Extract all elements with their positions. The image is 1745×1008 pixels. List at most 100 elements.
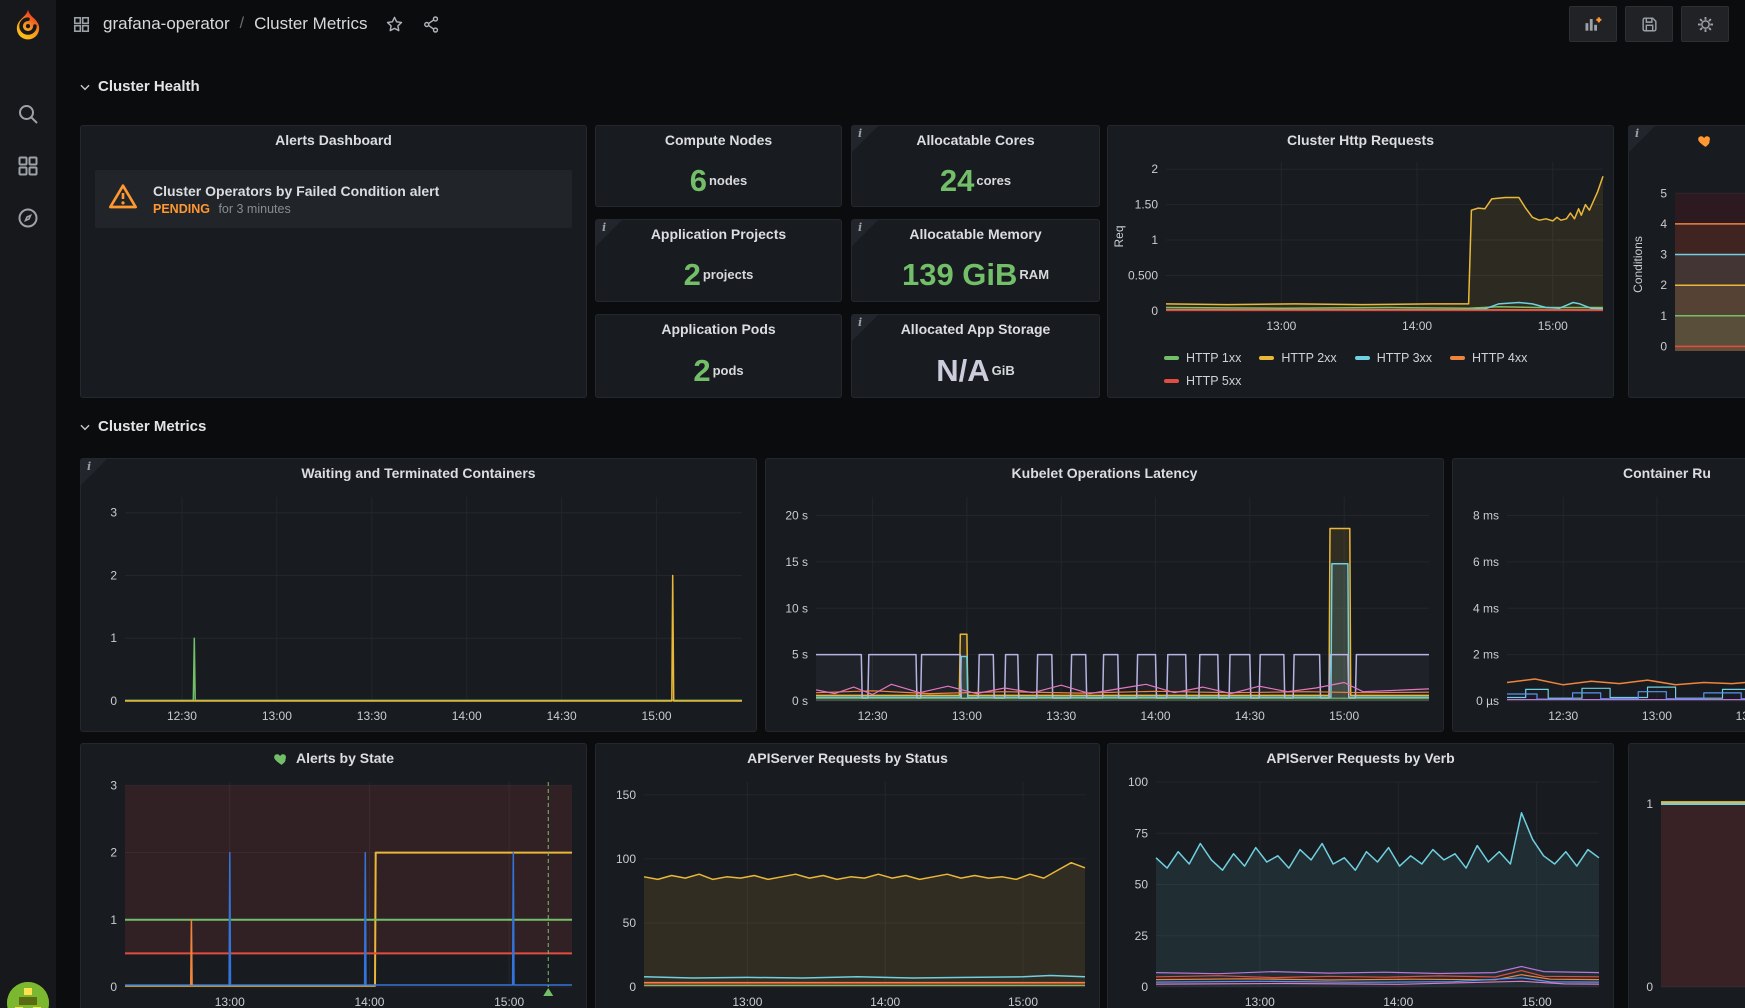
waiting-terminated-chart[interactable]: 012312:3013:0013:3014:0014:3015:00 [85,489,748,725]
breadcrumb-dashboard-title[interactable]: Cluster Metrics [254,14,367,34]
dashboard-settings-button[interactable] [1681,6,1729,42]
dashboard-grid-icon[interactable] [72,15,91,34]
stat-value-row: 6 nodes [596,154,841,206]
info-icon: i [602,221,606,234]
legend-item[interactable]: HTTP 5xx [1164,371,1241,391]
breadcrumb-separator: / [240,15,244,33]
panel-title[interactable]: Cluster Http Requests [1108,126,1613,154]
panel-title[interactable]: Waiting and Terminated Containers [81,459,756,487]
sidebar [0,0,56,1008]
info-corner[interactable] [852,126,878,152]
svg-text:12:30: 12:30 [167,709,197,723]
add-panel-button[interactable] [1569,6,1617,42]
svg-text:13:30: 13:30 [357,709,387,723]
panel-title[interactable]: Alerts by State [81,744,586,772]
panel-allocatable-cores: i Allocatable Cores 24 cores [851,125,1100,207]
explore-compass-icon[interactable] [14,204,42,232]
conditions-chart[interactable]: 012345Conditions [1631,170,1745,359]
http-requests-chart[interactable]: 00.50011.50213:0014:0015:00Req [1112,154,1609,335]
svg-text:13:00: 13:00 [952,709,982,723]
svg-text:0: 0 [110,694,117,708]
alerts-by-state-chart[interactable]: 012313:0014:0015:00 [85,774,578,1008]
stat-unit: pods [713,363,744,378]
svg-text:100: 100 [616,852,636,866]
stat-value-row: 2 pods [596,343,841,397]
panel-title[interactable]: Allocated App Storage [852,315,1099,343]
svg-text:13:30: 13:30 [1046,709,1076,723]
svg-text:75: 75 [1135,826,1149,840]
breadcrumb-folder[interactable]: grafana-operator [103,14,230,34]
panel-title[interactable]: Application Pods [596,315,841,343]
info-corner[interactable] [852,315,878,341]
panel-title[interactable]: Allocatable Memory [852,220,1099,248]
panel-title[interactable]: Container Ru [1453,459,1745,487]
svg-text:13:00: 13:00 [1642,709,1672,723]
panel-title[interactable]: Compute Nodes [596,126,841,154]
svg-text:0: 0 [1646,980,1653,994]
dashboards-icon[interactable] [14,152,42,180]
stat-value: N/A [936,355,989,386]
stat-unit: nodes [709,173,747,188]
star-icon[interactable] [385,15,404,34]
section-cluster-health[interactable]: Cluster Health [78,78,200,95]
info-icon: i [858,221,862,234]
svg-text:0: 0 [629,980,636,994]
kubelet-latency-chart[interactable]: 0 s5 s10 s15 s20 s12:3013:0013:3014:0014… [770,489,1435,725]
svg-text:14:00: 14:00 [870,995,900,1008]
info-corner[interactable] [596,220,622,246]
svg-text:1.50: 1.50 [1135,198,1159,212]
svg-text:14:00: 14:00 [452,709,482,723]
legend-item[interactable]: HTTP 2xx [1259,348,1336,368]
svg-text:13:00: 13:00 [732,995,762,1008]
chevron-down-icon [78,420,92,434]
info-corner[interactable] [1629,126,1655,152]
panel-title[interactable] [1629,744,1745,772]
legend-item[interactable]: HTTP 1xx [1164,348,1241,368]
section-cluster-metrics[interactable]: Cluster Metrics [78,418,206,435]
stat-value-row: 2 projects [596,248,841,301]
panel-title[interactable]: Alerts Dashboard [81,126,586,154]
alert-list-item[interactable]: Cluster Operators by Failed Condition al… [95,170,572,228]
stat-value: 24 [940,165,974,196]
svg-text:14:00: 14:00 [1383,995,1413,1008]
stat-value: 2 [693,355,710,386]
svg-text:0 µs: 0 µs [1476,694,1499,708]
search-icon[interactable] [14,100,42,128]
panel-title[interactable]: Allocatable Cores [852,126,1099,154]
partial-chart[interactable]: 0113:0014:0015:00 [1633,774,1745,1008]
panel-allocated-app-storage: i Allocated App Storage N/A GiB [851,314,1100,398]
info-corner[interactable] [81,459,107,485]
svg-text:13:00: 13:00 [215,995,245,1008]
stat-value: 6 [690,165,707,196]
panel-kubelet-operations-latency: Kubelet Operations Latency 0 s5 s10 s15 … [765,458,1444,732]
svg-text:0: 0 [1141,980,1148,994]
legend-item[interactable]: HTTP 3xx [1355,348,1432,368]
svg-text:4 ms: 4 ms [1473,601,1499,615]
svg-text:150: 150 [616,788,636,802]
share-icon[interactable] [422,15,441,34]
info-corner[interactable] [852,220,878,246]
save-dashboard-button[interactable] [1625,6,1673,42]
svg-text:0: 0 [1660,339,1667,353]
panel-application-pods: Application Pods 2 pods [595,314,842,398]
chevron-down-icon [78,80,92,94]
container-runtime-chart[interactable]: 0 µs2 ms4 ms6 ms8 ms12:3013:0013:3014:00… [1457,489,1745,725]
svg-text:2: 2 [1151,162,1158,176]
svg-text:15:00: 15:00 [1329,709,1359,723]
legend-item[interactable]: HTTP 4xx [1450,348,1527,368]
panel-title[interactable]: APIServer Requests by Status [596,744,1099,772]
user-avatar[interactable] [7,982,49,1008]
svg-text:50: 50 [623,916,637,930]
svg-text:13:00: 13:00 [1245,995,1275,1008]
panel-title[interactable]: Application Projects [596,220,841,248]
topbar: grafana-operator / Cluster Metrics [56,0,1745,48]
svg-text:13:00: 13:00 [1266,319,1296,333]
svg-text:Req: Req [1112,225,1126,247]
svg-text:15:00: 15:00 [642,709,672,723]
apiserver-status-chart[interactable]: 05010015013:0014:0015:00 [600,774,1091,1008]
panel-title[interactable]: APIServer Requests by Verb [1108,744,1613,772]
panel-title[interactable]: Kubelet Operations Latency [766,459,1443,487]
grafana-logo-icon[interactable] [11,8,45,42]
apiserver-verb-chart[interactable]: 025507510013:0014:0015:00 [1112,774,1605,1008]
legend-swatch [1164,356,1179,360]
